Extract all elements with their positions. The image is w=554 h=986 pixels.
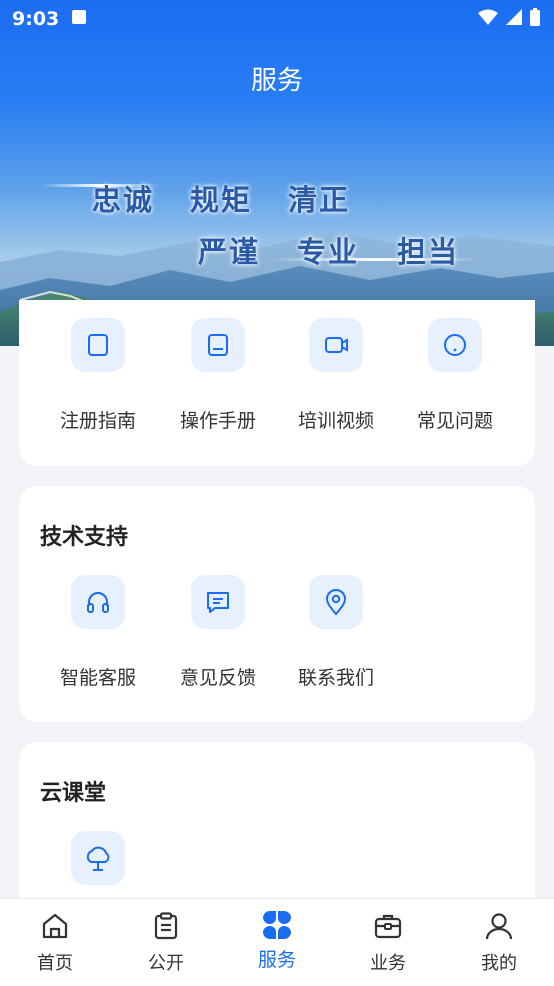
- video-icon: [309, 318, 363, 372]
- feedback-icon: [191, 575, 245, 629]
- support-label: 联系我们: [297, 667, 374, 689]
- tab-label: 首页: [37, 953, 73, 974]
- slogan-text: 忠诚: [92, 183, 155, 217]
- location-icon: [309, 575, 363, 629]
- mountain-landscape: [0, 232, 554, 346]
- cloud-class-item[interactable]: [38, 831, 158, 885]
- support-label: 意见反馈: [179, 667, 256, 689]
- signal-icon: [506, 9, 522, 25]
- support-item-chat[interactable]: 智能客服: [38, 575, 158, 690]
- guide-item-video[interactable]: [276, 318, 396, 372]
- guide-label: 注册指南: [59, 410, 136, 432]
- question-icon: [428, 318, 482, 372]
- book-icon: [71, 318, 125, 372]
- guide-item-faq[interactable]: [395, 318, 515, 372]
- tab-label: 业务: [370, 953, 406, 974]
- notification-icon: [72, 10, 86, 24]
- briefcase-icon: [374, 914, 402, 939]
- slogan-text: 严谨: [198, 235, 261, 269]
- support-item-feedback[interactable]: 意见反馈: [158, 575, 278, 690]
- support-card: 技术支持 智能客服 意见反馈 联系我们: [19, 486, 535, 722]
- tab-public[interactable]: 公开: [111, 899, 221, 986]
- guide-label: 培训视频: [297, 410, 374, 432]
- home-icon: [42, 913, 68, 939]
- support-item-contact[interactable]: 联系我们: [276, 575, 396, 690]
- tab-mine[interactable]: 我的: [444, 899, 554, 986]
- grid-icon: [263, 911, 291, 939]
- tab-label: 我的: [481, 953, 517, 974]
- section-title: 技术支持: [40, 525, 129, 550]
- tab-label: 服务: [257, 949, 296, 971]
- tab-home[interactable]: 首页: [0, 899, 110, 986]
- document-icon: [191, 318, 245, 372]
- banner: 9:03 服务 忠诚 规矩 清正 严谨 专业 担当: [0, 0, 554, 346]
- slogan-text: 清正: [288, 183, 351, 217]
- guide-item-register[interactable]: [38, 318, 158, 372]
- clipboard-icon: [154, 912, 178, 940]
- battery-icon: [530, 8, 540, 26]
- slogan-text: 规矩: [190, 183, 253, 217]
- tab-services[interactable]: 服务: [222, 899, 332, 986]
- user-icon: [485, 913, 513, 940]
- tab-label: 公开: [148, 953, 184, 974]
- tab-business[interactable]: 业务: [333, 899, 443, 986]
- support-label: 智能客服: [59, 667, 136, 689]
- page-title: 服务: [250, 66, 303, 96]
- status-bar: 9:03: [0, 0, 554, 38]
- status-time: 9:03: [12, 8, 60, 30]
- guide-label: 操作手册: [179, 410, 256, 432]
- slogan-text: 专业: [297, 235, 360, 269]
- guide-item-manual[interactable]: [158, 318, 278, 372]
- slogan-text: 担当: [397, 235, 460, 269]
- bottom-tab-bar: 首页 公开 服务 业务 我的: [0, 898, 554, 986]
- guide-label: 常见问题: [416, 410, 493, 432]
- wifi-icon: [478, 9, 498, 25]
- headset-icon: [71, 575, 125, 629]
- guides-card: 注册指南 操作手册 培训视频 常见问题: [19, 300, 535, 466]
- section-title: 云课堂: [40, 781, 107, 806]
- cloud-icon: [71, 831, 125, 885]
